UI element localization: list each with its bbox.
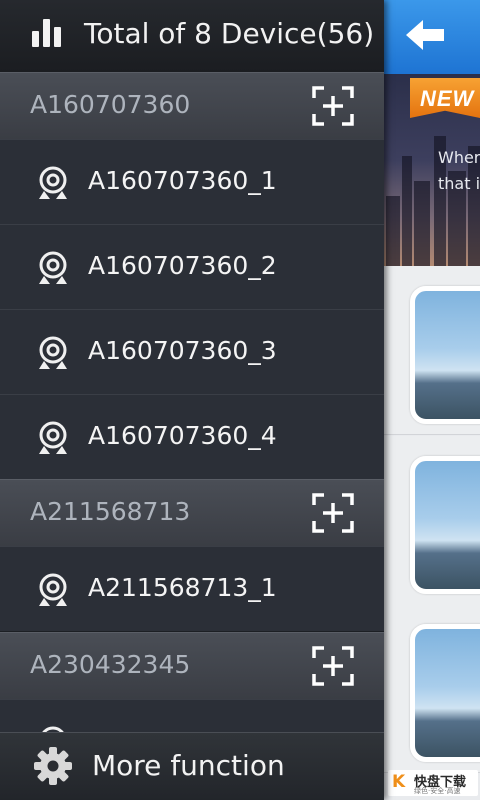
camera-icon (39, 421, 67, 454)
device-name: A160707360_1 (88, 166, 277, 195)
device-group-row[interactable]: A230432345 (0, 632, 384, 700)
camera-icon (39, 336, 67, 369)
camera-icon (39, 166, 67, 199)
device-row[interactable]: A160707360_3 (0, 309, 384, 395)
new-badge-text: NEW (420, 86, 475, 111)
watermark: K 快盘下载 绿色·安全·高速 (388, 770, 478, 796)
watermark-logo: K (392, 772, 406, 792)
content-list-item[interactable] (384, 604, 480, 773)
banner-text-line-2: that is (438, 174, 480, 193)
banner-text-line-1: Wher (438, 148, 480, 167)
news-banner[interactable]: NEW Wher that is (384, 74, 480, 266)
device-count-title: Total of 8 Device(56) (84, 17, 375, 50)
more-function-label: More function (92, 749, 285, 782)
device-group-row[interactable]: A160707360 (0, 72, 384, 140)
device-row[interactable]: A211568713_1 (0, 546, 384, 632)
content-list-item[interactable] (384, 436, 480, 605)
content-topbar (384, 0, 480, 74)
device-drawer: Total of 8 Device(56) A160707360 A160707… (0, 0, 384, 800)
content-panel: NEW Wher that is (384, 0, 480, 800)
add-view-icon[interactable] (312, 493, 354, 533)
device-name: A211568713_1 (88, 573, 277, 602)
add-view-icon[interactable] (312, 86, 354, 126)
device-name: A160707360_2 (88, 251, 277, 280)
device-name: A160707360_3 (88, 336, 277, 365)
device-row[interactable]: A160707360_1 (0, 139, 384, 225)
device-row[interactable]: A160707360_2 (0, 224, 384, 310)
camera-icon (39, 573, 67, 606)
thumbnail-image (410, 286, 480, 424)
content-list-item[interactable] (384, 266, 480, 435)
watermark-subtext: 绿色·安全·高速 (414, 787, 461, 795)
camera-icon (39, 251, 67, 284)
drawer-header: Total of 8 Device(56) (0, 0, 384, 73)
group-name: A160707360 (30, 90, 191, 119)
device-name: A160707360_4 (88, 421, 277, 450)
add-view-icon[interactable] (312, 646, 354, 686)
more-function-button[interactable]: More function (0, 732, 384, 800)
device-row[interactable]: A160707360_4 (0, 394, 384, 480)
gear-icon (34, 747, 72, 785)
thumbnail-image (410, 624, 480, 762)
thumbnail-image (410, 456, 480, 594)
bar-chart-icon (32, 19, 61, 47)
device-group-row[interactable]: A211568713 (0, 479, 384, 547)
group-name: A230432345 (30, 650, 191, 679)
group-name: A211568713 (30, 497, 191, 526)
back-arrow-icon[interactable] (406, 18, 446, 52)
